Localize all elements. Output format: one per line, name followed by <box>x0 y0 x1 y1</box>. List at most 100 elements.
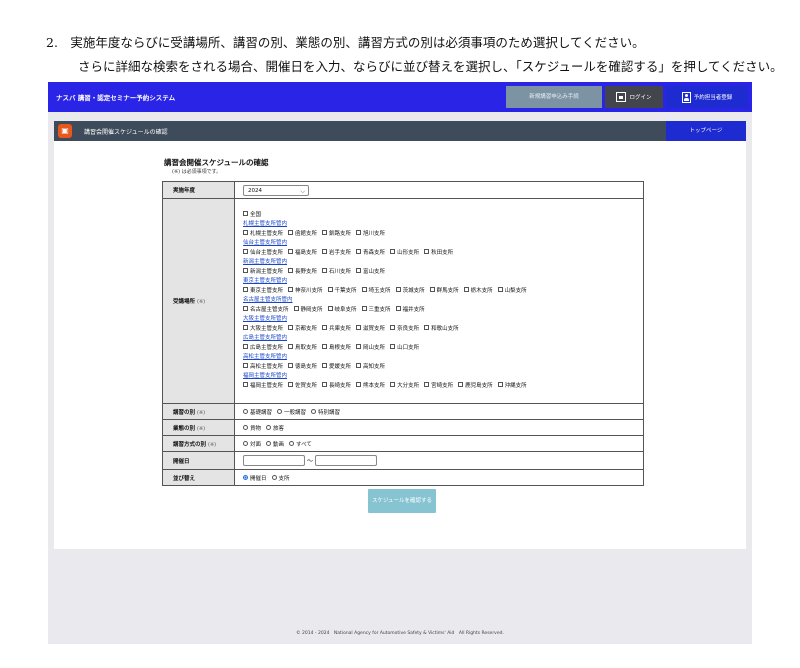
checkbox-option[interactable]: 山口支所 <box>390 344 419 351</box>
checkbox-option[interactable]: 全国 <box>243 211 261 218</box>
checkbox[interactable] <box>390 325 396 331</box>
region-link[interactable]: 高松主管支所管内 <box>243 353 635 363</box>
checkbox-option[interactable]: 兵庫支所 <box>322 325 351 332</box>
radio-option[interactable]: すべて <box>289 441 312 448</box>
checkbox[interactable] <box>395 287 401 293</box>
radio-option[interactable]: 特別講習 <box>311 409 340 416</box>
checkbox-option[interactable]: 群馬支所 <box>429 287 459 294</box>
checkbox-option[interactable]: 大阪主管支所 <box>243 325 283 332</box>
checkbox[interactable] <box>424 325 430 331</box>
checkbox-option[interactable]: 釧路支所 <box>322 230 351 237</box>
radio-button[interactable] <box>271 475 277 480</box>
checkbox[interactable] <box>288 287 294 293</box>
checkbox[interactable] <box>356 363 362 369</box>
radio-option[interactable]: 支所 <box>271 475 290 482</box>
checkbox[interactable] <box>390 249 396 255</box>
checkbox[interactable] <box>322 382 328 388</box>
checkbox-option[interactable]: 高知支所 <box>356 363 385 370</box>
radio-option[interactable]: 貨物 <box>243 425 261 432</box>
checkbox-option[interactable]: 石川支所 <box>322 268 351 275</box>
checkbox[interactable] <box>390 382 396 388</box>
checkbox[interactable] <box>361 306 367 312</box>
checkbox-option[interactable]: 長崎支所 <box>322 382 351 389</box>
date-to-input[interactable] <box>315 455 378 466</box>
radio-button[interactable] <box>266 425 272 430</box>
checkbox-option[interactable]: 滋賀支所 <box>356 325 385 332</box>
checkbox[interactable] <box>322 363 328 369</box>
checkbox-option[interactable]: 福井支所 <box>395 306 425 313</box>
checkbox-option[interactable]: 青森支所 <box>356 249 385 256</box>
checkbox[interactable] <box>356 344 362 350</box>
checkbox[interactable] <box>322 325 328 331</box>
checkbox[interactable] <box>288 268 294 274</box>
checkbox-option[interactable]: 名古屋主管支所 <box>243 306 289 313</box>
top-page-button[interactable]: トップページ <box>666 121 746 141</box>
checkbox[interactable] <box>243 306 248 312</box>
checkbox-option[interactable]: 沖縄支所 <box>497 382 527 389</box>
checkbox[interactable] <box>497 382 503 388</box>
checkbox-option[interactable]: 長野支所 <box>288 268 317 275</box>
checkbox-option[interactable]: 岐阜支所 <box>327 306 357 313</box>
confirm-schedule-button[interactable]: スケジュールを確認する <box>368 489 436 513</box>
radio-button[interactable] <box>277 409 283 414</box>
checkbox[interactable] <box>288 325 294 331</box>
checkbox[interactable] <box>243 230 248 236</box>
checkbox[interactable] <box>288 230 294 236</box>
checkbox[interactable] <box>288 249 294 255</box>
checkbox-option[interactable]: 新潟主管支所 <box>243 268 283 275</box>
region-link[interactable]: 名古屋主管支所管内 <box>243 296 635 306</box>
checkbox[interactable] <box>361 287 367 293</box>
checkbox[interactable] <box>463 287 469 293</box>
checkbox[interactable] <box>390 344 396 350</box>
checkbox[interactable] <box>243 268 248 274</box>
radio-button[interactable] <box>243 475 248 480</box>
register-button[interactable]: 予約担当者登録 <box>666 86 748 108</box>
checkbox[interactable] <box>293 306 299 312</box>
checkbox-option[interactable]: 奈良支所 <box>390 325 419 332</box>
checkbox-option[interactable]: 宮崎支所 <box>424 382 453 389</box>
radio-option[interactable]: 対面 <box>243 441 261 448</box>
region-link[interactable]: 仙台主管支所管内 <box>243 239 635 249</box>
region-link[interactable]: 広島主管支所管内 <box>243 334 635 344</box>
radio-button[interactable] <box>289 441 295 446</box>
checkbox-option[interactable]: 島根支所 <box>322 344 351 351</box>
checkbox-option[interactable]: 岡山支所 <box>356 344 385 351</box>
radio-option[interactable]: 一般講習 <box>277 409 306 416</box>
checkbox[interactable] <box>288 344 294 350</box>
checkbox[interactable] <box>429 287 435 293</box>
radio-option[interactable]: 開催日 <box>243 475 267 482</box>
checkbox-option[interactable]: 山梨支所 <box>497 287 527 294</box>
region-link[interactable]: 大阪主管支所管内 <box>243 315 635 325</box>
checkbox-option[interactable]: 東京主管支所 <box>243 287 283 294</box>
region-link[interactable]: 東京主管支所管内 <box>243 277 635 287</box>
checkbox[interactable] <box>243 344 248 350</box>
checkbox[interactable] <box>322 268 328 274</box>
checkbox-option[interactable]: 埼玉支所 <box>361 287 391 294</box>
checkbox-option[interactable]: 佐賀支所 <box>288 382 317 389</box>
checkbox-option[interactable]: 鳥取支所 <box>288 344 317 351</box>
checkbox[interactable] <box>424 249 430 255</box>
checkbox[interactable] <box>424 382 430 388</box>
radio-option[interactable]: 基礎講習 <box>243 409 272 416</box>
checkbox[interactable] <box>356 325 362 331</box>
checkbox-option[interactable]: 神奈川支所 <box>288 287 323 294</box>
checkbox[interactable] <box>322 344 328 350</box>
checkbox-option[interactable]: 富山支所 <box>356 268 385 275</box>
checkbox[interactable] <box>356 249 362 255</box>
checkbox-option[interactable]: 仙台主管支所 <box>243 249 283 256</box>
radio-button[interactable] <box>311 409 317 414</box>
checkbox[interactable] <box>243 382 248 388</box>
checkbox-option[interactable]: 秋田支所 <box>424 249 453 256</box>
new-application-button[interactable]: 新規講習申込み手続 <box>506 86 602 108</box>
radio-button[interactable] <box>243 425 248 430</box>
checkbox-option[interactable]: 静岡支所 <box>293 306 323 313</box>
checkbox[interactable] <box>243 249 248 255</box>
checkbox-option[interactable]: 山形支所 <box>390 249 419 256</box>
checkbox[interactable] <box>288 382 294 388</box>
year-select[interactable]: 2024 ⌵ <box>243 184 309 196</box>
checkbox-option[interactable]: 札幌主管支所 <box>243 230 283 237</box>
checkbox[interactable] <box>327 306 333 312</box>
checkbox-option[interactable]: 広島主管支所 <box>243 344 283 351</box>
checkbox-option[interactable]: 熊本支所 <box>356 382 385 389</box>
radio-button[interactable] <box>266 441 272 446</box>
